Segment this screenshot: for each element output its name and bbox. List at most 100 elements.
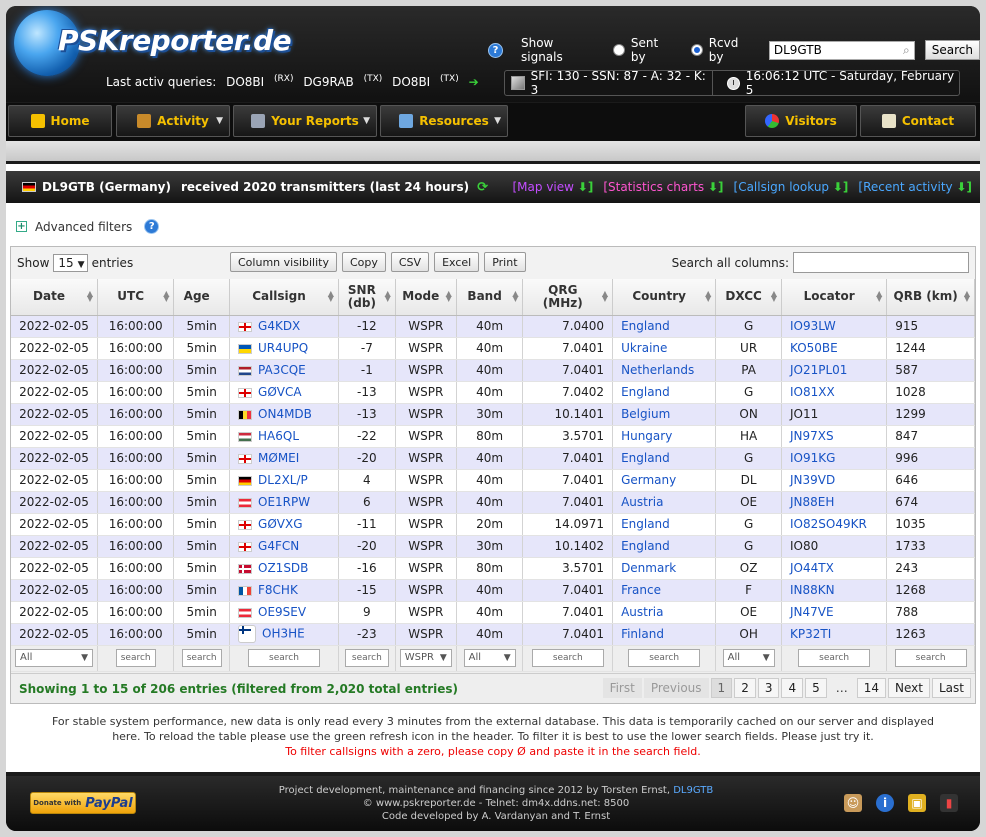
column-visibility-button[interactable]: Column visibility: [230, 252, 337, 272]
cell-country-link[interactable]: Hungary: [621, 429, 672, 443]
cell-country[interactable]: Belgium: [612, 403, 717, 426]
callsign-lookup-link[interactable]: [Callsign lookup ⬇]: [734, 180, 849, 194]
print-button[interactable]: Print: [484, 252, 526, 272]
cell-country-link[interactable]: Finland: [621, 627, 664, 641]
cell-locator[interactable]: JO21PL01: [781, 359, 888, 382]
column-header-qrg[interactable]: QRG (MHz) ▲ ▼: [522, 279, 614, 316]
filter-select-band[interactable]: All ▼: [463, 649, 516, 667]
cell-callsign[interactable]: DL2XL/P: [229, 469, 339, 492]
cell-country[interactable]: England: [612, 535, 717, 558]
cell-callsign[interactable]: HA6QL: [229, 425, 339, 448]
cell-locator[interactable]: IO91KG: [781, 447, 888, 470]
cell-callsign[interactable]: ON4MDB: [229, 403, 339, 426]
callsign-link[interactable]: PA3CQE: [258, 363, 306, 377]
last-page-button[interactable]: Last: [932, 678, 971, 698]
nav-your-reports[interactable]: Your Reports ▼: [233, 105, 377, 137]
cell-locator[interactable]: JN88EH: [781, 491, 888, 514]
cell-country[interactable]: Austria: [612, 601, 717, 624]
refresh-icon[interactable]: ⟳: [477, 180, 488, 195]
callsign-link[interactable]: MØMEI: [258, 451, 299, 465]
cell-country-link[interactable]: Germany: [621, 473, 676, 487]
cell-callsign[interactable]: OE1RPW: [229, 491, 339, 514]
cell-country-link[interactable]: Ukraine: [621, 341, 667, 355]
column-header-locator[interactable]: Locator ▲ ▼: [781, 279, 888, 316]
filter-input-utc[interactable]: search: [115, 649, 156, 667]
cell-callsign[interactable]: MØMEI: [229, 447, 339, 470]
callsign-link[interactable]: GØVXG: [258, 517, 302, 531]
cell-callsign[interactable]: OE9SEV: [229, 601, 339, 624]
callsign-link[interactable]: OE1RPW: [258, 495, 310, 509]
filter-input-country[interactable]: search: [628, 649, 701, 667]
column-header-mode[interactable]: Mode ▲ ▼: [395, 279, 457, 316]
sent-by-radio[interactable]: [612, 44, 625, 56]
column-header-utc[interactable]: UTC ▲ ▼: [97, 279, 175, 316]
cell-callsign[interactable]: PA3CQE: [229, 359, 339, 382]
nav-activity[interactable]: Activity ▼: [116, 105, 230, 137]
nav-visitors[interactable]: Visitors: [745, 105, 857, 137]
recent-activity-link[interactable]: [Recent activity ⬇]: [858, 180, 972, 194]
cell-locator-link[interactable]: JO21PL01: [790, 363, 847, 377]
author-callsign-link[interactable]: DL9GTB: [673, 785, 713, 796]
callsign-link[interactable]: G4FCN: [258, 539, 299, 553]
cell-locator-link[interactable]: IO82SO49KR: [790, 517, 867, 531]
column-header-age[interactable]: Age: [173, 279, 231, 316]
callsign-link[interactable]: HA6QL: [258, 429, 299, 443]
callsign-link[interactable]: UR4UPQ: [258, 341, 308, 355]
last-query-link[interactable]: DO8BI (RX): [226, 74, 293, 89]
cell-country-link[interactable]: England: [621, 319, 670, 333]
filter-input-snr[interactable]: search: [344, 649, 389, 667]
page-2-button[interactable]: 2: [734, 678, 756, 698]
callsign-link[interactable]: OH3HE: [262, 627, 305, 641]
help-icon[interactable]: ?: [144, 219, 160, 234]
search-all-input[interactable]: [793, 252, 969, 273]
column-header-band[interactable]: Band ▲ ▼: [456, 279, 524, 316]
cell-country-link[interactable]: Denmark: [621, 561, 676, 575]
cell-callsign[interactable]: OH3HE: [229, 623, 339, 646]
lock-icon[interactable]: ▣: [908, 794, 926, 812]
cell-locator-link[interactable]: IN88KN: [790, 583, 835, 597]
cell-locator[interactable]: JN97XS: [781, 425, 888, 448]
cell-locator-link[interactable]: JN97XS: [790, 429, 834, 443]
cell-callsign[interactable]: OZ1SDB: [229, 557, 339, 580]
callsign-search-input[interactable]: DL9GTB ⌕: [768, 40, 915, 60]
column-header-dxcc[interactable]: DXCC ▲ ▼: [715, 279, 782, 316]
previous-page-button[interactable]: Previous: [643, 678, 709, 698]
paypal-donate-button[interactable]: Donate with PayPal: [30, 792, 136, 814]
info-icon[interactable]: i: [876, 794, 894, 812]
excel-button[interactable]: Excel: [434, 252, 480, 272]
cell-country-link[interactable]: England: [621, 451, 670, 465]
cell-callsign[interactable]: UR4UPQ: [229, 337, 339, 360]
filter-select-date[interactable]: All ▼: [15, 649, 93, 667]
column-header-date[interactable]: Date ▲ ▼: [11, 279, 98, 316]
arrow-right-icon[interactable]: ➔: [469, 75, 479, 89]
column-header-snr[interactable]: SNR (db) ▲ ▼: [338, 279, 396, 316]
cell-locator[interactable]: JN47VE: [781, 601, 888, 624]
cell-country[interactable]: Finland: [612, 623, 717, 646]
advanced-filters-toggle[interactable]: + Advanced filters ?: [16, 219, 160, 234]
cell-locator[interactable]: IO93LW: [781, 315, 888, 338]
filter-select-mode[interactable]: WSPR ▼: [399, 649, 452, 667]
cell-country-link[interactable]: Austria: [621, 605, 663, 619]
bar-chart-icon[interactable]: ▮: [940, 794, 958, 812]
copy-button[interactable]: Copy: [341, 252, 386, 272]
page-1-button[interactable]: 1: [710, 678, 733, 698]
users-icon[interactable]: ☺: [844, 794, 862, 812]
cell-callsign[interactable]: F8CHK: [229, 579, 339, 602]
map-view-link[interactable]: [Map view ⬇]: [513, 180, 594, 194]
cell-callsign[interactable]: G4KDX: [229, 315, 339, 338]
cell-country[interactable]: Austria: [612, 491, 717, 514]
page-4-button[interactable]: 4: [781, 678, 804, 698]
help-icon[interactable]: ?: [488, 42, 503, 58]
cell-country[interactable]: Netherlands: [612, 359, 717, 382]
filter-input-locator[interactable]: search: [798, 649, 871, 667]
cell-country-link[interactable]: France: [621, 583, 661, 597]
cell-locator[interactable]: IO81XX: [781, 381, 888, 404]
filter-input-qrg[interactable]: search: [531, 649, 604, 667]
statistics-charts-link[interactable]: [Statistics charts ⬇]: [603, 180, 723, 194]
cell-country-link[interactable]: England: [621, 517, 670, 531]
cell-callsign[interactable]: GØVCA: [229, 381, 339, 404]
page-5-button[interactable]: 5: [805, 678, 827, 698]
next-page-button[interactable]: Next: [888, 678, 930, 698]
cell-country[interactable]: Denmark: [612, 557, 717, 580]
cell-country[interactable]: England: [612, 447, 717, 470]
